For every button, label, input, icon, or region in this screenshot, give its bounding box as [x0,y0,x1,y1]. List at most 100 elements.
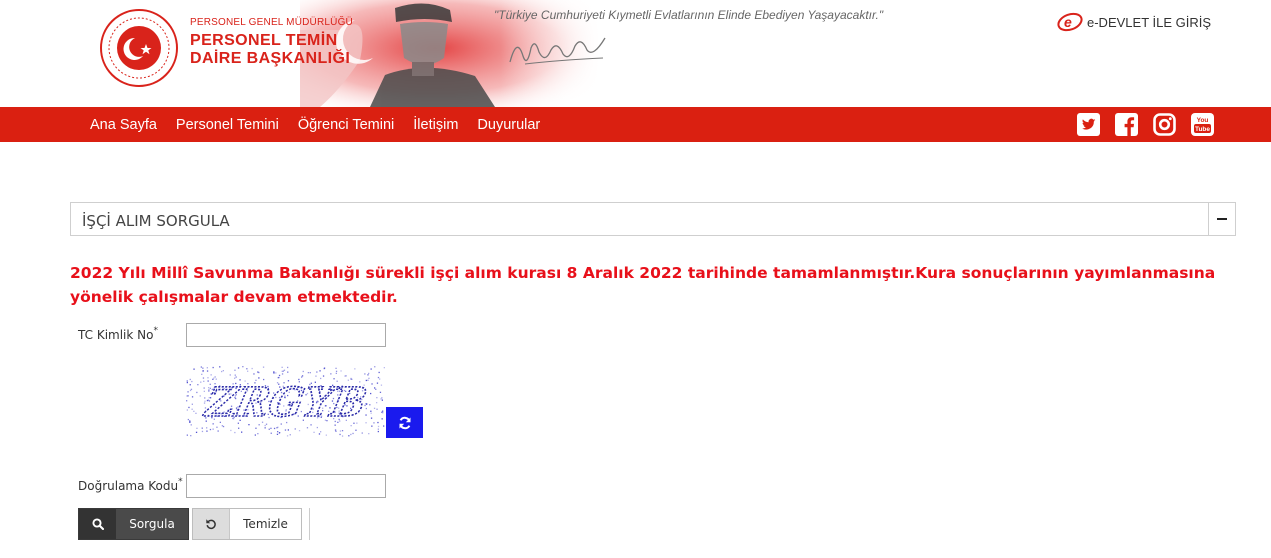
captcha-noise-dot [203,402,206,404]
edevlet-login-link[interactable]: e e-DEVLET İLE GİRİŞ [1057,12,1211,32]
captcha-noise-dot [302,370,304,373]
inquiry-panel-header: İŞÇİ ALIM SORGULA [70,202,1236,236]
captcha-noise-dot [361,432,363,434]
captcha-noise-dot [254,434,256,436]
captcha-noise-dot [187,418,189,421]
org-subtitle: PERSONEL GENEL MÜDÜRLÜĞÜ [190,17,353,28]
captcha-noise-dot [203,387,205,389]
captcha-noise-dot [339,430,342,432]
captcha-noise-dot [221,370,223,373]
captcha-noise-dot [287,371,289,373]
required-mark: * [178,477,183,487]
captcha-noise-dot [206,427,208,429]
captcha-noise-dot [281,370,283,372]
captcha-noise-dot [189,421,191,423]
captcha-noise-dot [203,380,205,382]
tc-kimlik-label: TC Kimlik No* [78,326,158,342]
collapse-panel-button[interactable] [1208,203,1235,235]
button-group-divider [309,508,310,540]
captcha-noise-dot [189,384,191,386]
instagram-icon[interactable] [1153,113,1176,136]
captcha-noise-dot [298,430,301,432]
captcha-noise-dot [201,427,203,429]
captcha-noise-dot [281,366,283,368]
captcha-noise-dot [376,382,379,384]
captcha-noise-dot [365,407,367,410]
verification-code-input[interactable] [186,474,386,498]
captcha-noise-dot [341,435,344,437]
verification-code-label-text: Doğrulama Kodu [78,479,179,493]
refresh-captcha-button[interactable] [386,407,423,438]
captcha-noise-dot [216,426,218,428]
nav-item-personel-temini[interactable]: Personel Temini [176,117,279,133]
captcha-noise-dot [189,420,191,422]
captcha-noise-dot [273,427,276,430]
captcha-noise-dot [186,380,188,382]
captcha-noise-dot [186,434,188,436]
nav-item-ogrenci-temini[interactable]: Öğrenci Temini [298,117,394,133]
captcha-noise-dot [234,369,236,371]
captcha-noise-dot [258,371,260,374]
captcha-noise-dot [370,412,372,414]
tc-kimlik-input[interactable] [186,323,386,347]
nav-item-ana-sayfa[interactable]: Ana Sayfa [90,117,157,133]
captcha-noise-dot [379,391,382,393]
captcha-noise-dot [191,396,194,398]
captcha-noise-dot [197,384,199,386]
captcha-noise-dot [191,380,193,383]
captcha-noise-dot [201,430,204,433]
youtube-icon[interactable]: You Tube [1191,113,1214,136]
captcha-noise-dot [365,422,367,424]
verification-code-label: Doğrulama Kodu* [78,477,183,493]
captcha-noise-dot [193,410,195,412]
captcha-noise-dot [374,366,376,368]
facebook-icon[interactable] [1115,113,1138,136]
captcha-noise-dot [350,433,352,436]
captcha-noise-dot [371,425,373,427]
captcha-noise-dot [188,406,190,409]
captcha-noise-dot [371,383,373,385]
captcha-noise-dot [195,431,198,433]
captcha-noise-dot [247,370,249,372]
captcha-noise-dot [376,397,378,399]
captcha-noise-dot [316,426,318,429]
captcha-noise-dot [202,370,204,372]
captcha-noise-dot [195,412,197,414]
captcha-noise-dot [313,431,315,433]
captcha-noise-dot [210,374,212,376]
captcha-noise-dot [206,367,208,369]
captcha-noise-dot [196,391,198,394]
search-button[interactable]: Sorgula [78,508,189,540]
captcha-noise-dot [335,370,338,372]
nav-item-iletisim[interactable]: İletişim [413,117,458,133]
edevlet-login-label: e-DEVLET İLE GİRİŞ [1087,14,1212,30]
clear-button[interactable]: Temizle [192,508,302,540]
captcha-noise-dot [234,374,236,376]
twitter-icon[interactable] [1077,113,1100,136]
captcha-noise-dot [307,372,309,374]
nav-item-duyurular[interactable]: Duyurular [477,117,540,133]
captcha-noise-dot [330,373,332,375]
captcha-noise-dot [380,384,383,386]
org-title-line1: PERSONEL TEMİN [190,32,338,49]
captcha-noise-dot [316,371,318,373]
tc-kimlik-label-text: TC Kimlik No [78,328,154,342]
captcha-noise-dot [202,377,205,379]
captcha-noise-dot [335,430,337,432]
captcha-noise-dot [383,367,385,369]
announcement-notice: 2022 Yılı Millî Savunma Bakanlığı sürekl… [70,264,1216,306]
captcha-noise-dot [281,373,284,375]
nav-menu: Ana Sayfa Personel Temini Öğrenci Temini… [90,107,540,142]
captcha-noise-dot [199,395,201,397]
svg-text:e: e [1064,14,1072,30]
captcha-noise-dot [370,368,372,370]
captcha-noise-dot [246,368,248,370]
captcha-noise-dot [335,372,337,374]
captcha-noise-dot [253,373,255,375]
captcha-noise-dot [318,433,321,435]
captcha-noise-dot [376,402,378,404]
captcha-noise-dot [229,374,231,376]
captcha-noise-dot [377,421,379,424]
captcha-text: ZRGYB [200,378,371,425]
captcha-noise-dot [242,366,244,368]
